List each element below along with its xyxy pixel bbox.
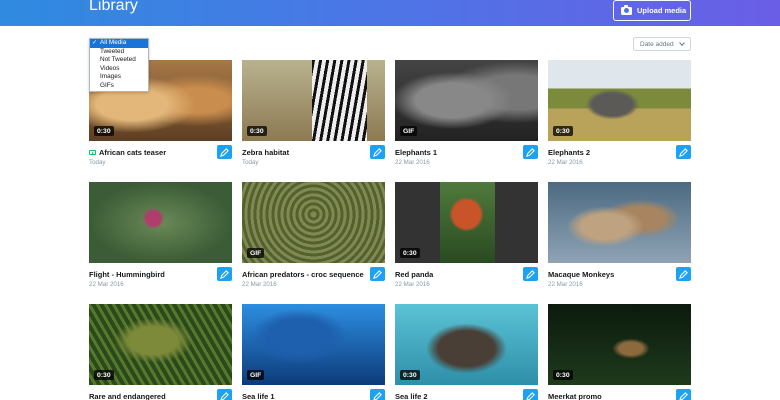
media-title: Rare and endangered xyxy=(89,392,166,400)
pencil-icon xyxy=(526,147,535,157)
media-date: 22 Mar 2016 xyxy=(395,159,430,166)
pencil-icon xyxy=(526,269,535,279)
media-title: Zebra habitat xyxy=(242,148,290,157)
check-icon: ✓ xyxy=(92,40,98,46)
sort-select[interactable]: Date added xyxy=(633,37,691,51)
media-card: GIF African predators - croc sequence 22… xyxy=(242,182,385,293)
pencil-icon xyxy=(679,391,688,400)
media-card: 0:30 Zebra habitat Today xyxy=(242,60,385,171)
media-date: 22 Mar 2016 xyxy=(242,281,277,288)
edit-button[interactable] xyxy=(217,267,232,281)
media-title: Elephants 1 xyxy=(395,148,438,157)
edit-button[interactable] xyxy=(676,145,691,159)
camera-icon xyxy=(621,4,632,15)
media-title: Macaque Monkeys xyxy=(548,270,615,279)
media-card: 0:30 Meerkat promo xyxy=(548,304,691,400)
media-thumbnail[interactable]: 0:30 xyxy=(548,304,691,385)
duration-badge: 0:30 xyxy=(400,248,420,258)
filter-option-gifs[interactable]: GIFs xyxy=(90,82,148,91)
pencil-icon xyxy=(373,269,382,279)
pencil-icon xyxy=(526,391,535,400)
media-thumbnail[interactable]: 0:30 xyxy=(395,182,538,263)
edit-button[interactable] xyxy=(523,389,538,400)
media-card: GIF Elephants 1 22 Mar 2016 xyxy=(395,60,538,171)
media-title: Red panda xyxy=(395,270,434,279)
media-thumbnail[interactable]: 0:30 xyxy=(548,60,691,141)
media-thumbnail[interactable] xyxy=(89,182,232,263)
upload-media-button[interactable]: Upload media xyxy=(613,0,691,21)
media-title: Flight - Hummingbird xyxy=(89,270,165,279)
edit-button[interactable] xyxy=(217,389,232,400)
pencil-icon xyxy=(220,147,229,157)
gif-badge: GIF xyxy=(247,248,265,258)
duration-badge: 0:30 xyxy=(94,370,114,380)
filter-option-videos[interactable]: Videos xyxy=(90,65,148,74)
pencil-icon xyxy=(679,269,688,279)
duration-badge: 0:30 xyxy=(247,126,267,136)
filter-option-tweeted[interactable]: Tweeted xyxy=(90,48,148,57)
media-thumbnail[interactable]: 0:30 xyxy=(242,60,385,141)
media-card: 0:30 Rare and endangered xyxy=(89,304,232,400)
edit-button[interactable] xyxy=(523,145,538,159)
media-title: Meerkat promo xyxy=(548,392,602,400)
duration-badge: 0:30 xyxy=(94,126,114,136)
edit-button[interactable] xyxy=(676,389,691,400)
media-date: 22 Mar 2016 xyxy=(395,281,430,288)
page-title: Library xyxy=(89,0,138,14)
media-card: Macaque Monkeys 22 Mar 2016 xyxy=(548,182,691,293)
media-card: 0:30 Elephants 2 22 Mar 2016 xyxy=(548,60,691,171)
media-card: GIF Sea life 1 xyxy=(242,304,385,400)
media-date: 22 Mar 2016 xyxy=(548,159,583,166)
filter-option-all-media[interactable]: ✓ All Media xyxy=(90,39,148,48)
media-filter-dropdown[interactable]: ✓ All Media Tweeted Not Tweeted Videos Im… xyxy=(89,38,149,92)
filter-option-images[interactable]: Images xyxy=(90,73,148,82)
chevron-down-icon xyxy=(679,40,685,46)
edit-button[interactable] xyxy=(370,145,385,159)
duration-badge: 0:30 xyxy=(553,126,573,136)
gif-badge: GIF xyxy=(247,370,265,380)
media-thumbnail[interactable]: 0:30 xyxy=(395,304,538,385)
media-title: African predators - croc sequence xyxy=(242,270,364,279)
media-title: Sea life 2 xyxy=(395,392,428,400)
gif-badge: GIF xyxy=(400,126,418,136)
media-date: 22 Mar 2016 xyxy=(548,281,583,288)
edit-button[interactable] xyxy=(523,267,538,281)
media-card: 0:30 Sea life 2 xyxy=(395,304,538,400)
media-thumbnail[interactable]: GIF xyxy=(242,182,385,263)
pencil-icon xyxy=(220,269,229,279)
media-title: Elephants 2 xyxy=(548,148,591,157)
edit-button[interactable] xyxy=(217,145,232,159)
edit-button[interactable] xyxy=(370,267,385,281)
pencil-icon xyxy=(220,391,229,400)
duration-badge: 0:30 xyxy=(400,370,420,380)
media-date: 22 Mar 2016 xyxy=(89,281,124,288)
media-title: African cats teaser xyxy=(89,148,166,157)
media-date: Today xyxy=(89,159,106,166)
media-thumbnail[interactable]: GIF xyxy=(242,304,385,385)
media-date: Today xyxy=(242,159,259,166)
filter-option-not-tweeted[interactable]: Not Tweeted xyxy=(90,56,148,65)
duration-badge: 0:30 xyxy=(553,370,573,380)
media-thumbnail[interactable]: 0:30 xyxy=(89,304,232,385)
video-icon xyxy=(89,150,96,155)
media-title: Sea life 1 xyxy=(242,392,275,400)
media-card: 0:30 Red panda 22 Mar 2016 xyxy=(395,182,538,293)
pencil-icon xyxy=(679,147,688,157)
pencil-icon xyxy=(373,147,382,157)
edit-button[interactable] xyxy=(370,389,385,400)
media-thumbnail[interactable] xyxy=(548,182,691,263)
media-thumbnail[interactable]: GIF xyxy=(395,60,538,141)
edit-button[interactable] xyxy=(676,267,691,281)
sort-label: Date added xyxy=(640,40,674,48)
media-card: Flight - Hummingbird 22 Mar 2016 xyxy=(89,182,232,293)
pencil-icon xyxy=(373,391,382,400)
header-bar: Library Upload media xyxy=(0,0,780,26)
upload-media-label: Upload media xyxy=(637,6,687,15)
